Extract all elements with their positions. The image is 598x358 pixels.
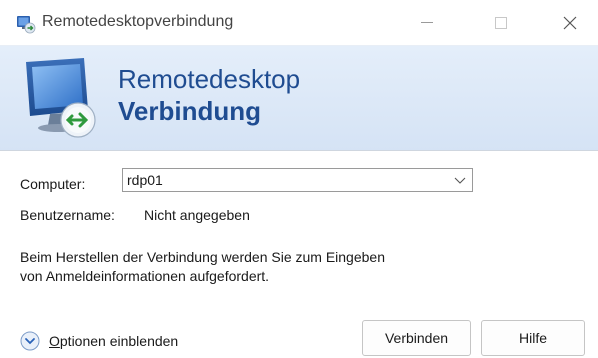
- chevron-down-icon[interactable]: [454, 175, 466, 185]
- options-label-rest: ptionen einblenden: [59, 333, 179, 349]
- username-label: Benutzername:: [20, 207, 115, 223]
- show-options-label[interactable]: Optionen einblenden: [49, 333, 178, 349]
- title-bar: Remotedesktopverbindung: [0, 0, 598, 45]
- computer-combobox[interactable]: rdp01: [122, 168, 473, 192]
- maximize-button[interactable]: [476, 0, 526, 45]
- window-title: Remotedesktopverbindung: [42, 13, 234, 30]
- help-button[interactable]: Hilfe: [481, 320, 585, 356]
- computer-input[interactable]: rdp01: [127, 172, 163, 188]
- maximize-icon: [495, 16, 507, 29]
- username-value: Nicht angegeben: [144, 207, 250, 223]
- options-accelerator: O: [49, 333, 60, 349]
- banner-divider: [0, 150, 598, 151]
- credentials-info-text: Beim Herstellen der Verbindung werden Si…: [20, 248, 480, 286]
- show-options-toggle[interactable]: Optionen einblenden: [20, 330, 178, 352]
- expand-circle-icon[interactable]: [20, 331, 40, 351]
- remote-desktop-monitor-icon: [26, 58, 96, 138]
- minimize-button[interactable]: [402, 0, 452, 45]
- close-icon: [563, 16, 577, 29]
- computer-label: Computer:: [20, 176, 86, 192]
- info-line-2: von Anmeldeinformationen aufgefordert.: [20, 268, 270, 284]
- banner-title-line2: Verbindung: [118, 96, 261, 126]
- close-button[interactable]: [545, 0, 595, 45]
- banner-title-line1: Remotedesktop: [118, 64, 301, 94]
- info-line-1: Beim Herstellen der Verbindung werden Si…: [20, 249, 385, 265]
- header-banner: Remotedesktop Verbindung: [0, 45, 598, 151]
- minimize-icon: [421, 21, 433, 23]
- connect-button[interactable]: Verbinden: [362, 320, 471, 356]
- remote-desktop-app-icon: [17, 16, 36, 34]
